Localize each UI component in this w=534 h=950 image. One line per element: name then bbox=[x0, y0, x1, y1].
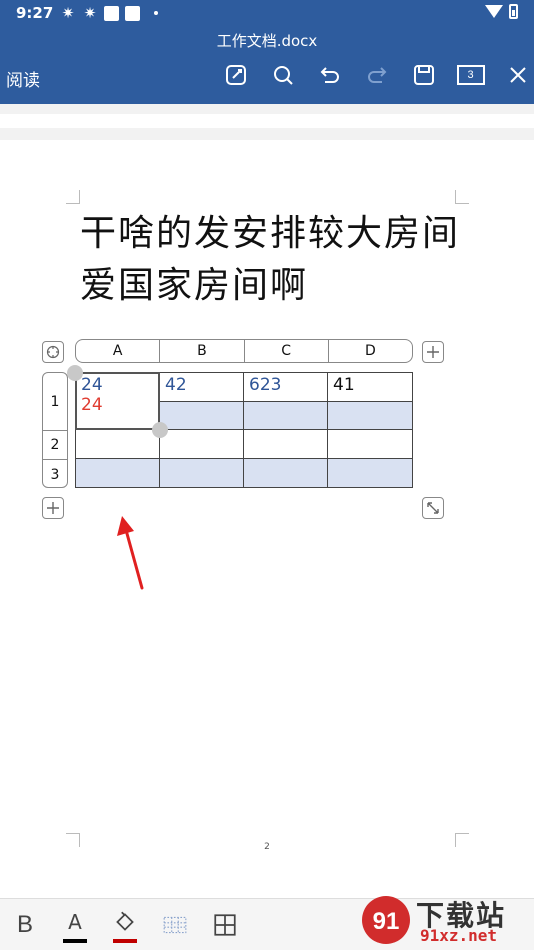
highlight-color-swatch bbox=[113, 938, 137, 943]
add-column-button[interactable] bbox=[422, 341, 444, 363]
edit-icon bbox=[225, 65, 246, 85]
row-header-2[interactable]: 2 bbox=[43, 431, 67, 460]
top-toolbar: 3 bbox=[212, 60, 534, 90]
move-icon bbox=[46, 345, 60, 359]
more-notifications-icon bbox=[154, 11, 158, 15]
add-row-button[interactable] bbox=[42, 497, 64, 519]
undo-icon bbox=[320, 67, 339, 83]
column-header-c[interactable]: C bbox=[245, 340, 329, 362]
wifi-icon bbox=[485, 5, 503, 18]
font-color-button[interactable]: A bbox=[50, 903, 100, 947]
column-header-d[interactable]: D bbox=[329, 340, 412, 362]
page-gutter bbox=[0, 104, 534, 140]
bold-button[interactable]: B bbox=[0, 903, 50, 947]
cell-d1-lower[interactable] bbox=[328, 402, 412, 430]
page-count-button[interactable]: 3 bbox=[447, 60, 494, 90]
bold-label: B bbox=[16, 910, 33, 938]
redo-icon bbox=[367, 67, 386, 83]
watermark: 91 下载站 91xz.net bbox=[360, 894, 530, 946]
plus-icon bbox=[427, 346, 439, 358]
cell-a2[interactable] bbox=[76, 430, 160, 459]
row-header-1[interactable]: 1 bbox=[43, 373, 67, 431]
cell-b1[interactable]: 42 bbox=[160, 373, 244, 402]
sync-icon: ✷ bbox=[61, 4, 75, 22]
save-button[interactable] bbox=[400, 60, 447, 90]
cell-c1[interactable]: 623 bbox=[244, 373, 328, 402]
cell-d3[interactable] bbox=[328, 459, 412, 487]
close-button[interactable] bbox=[494, 60, 534, 90]
watermark-url: 91xz.net bbox=[420, 926, 498, 945]
cell-c3[interactable] bbox=[244, 459, 328, 487]
cell-b3[interactable] bbox=[160, 459, 244, 487]
status-bar: 9:27 ✷ ✷ bbox=[0, 0, 534, 28]
read-mode-button[interactable]: 阅读 bbox=[6, 66, 40, 91]
row-header-3[interactable]: 3 bbox=[43, 460, 67, 487]
search-icon bbox=[273, 66, 293, 85]
cell-a3[interactable] bbox=[76, 459, 160, 487]
edit-button[interactable] bbox=[212, 60, 259, 90]
cell-c2[interactable] bbox=[244, 430, 328, 459]
column-header-b[interactable]: B bbox=[160, 340, 245, 362]
previous-page-edge bbox=[0, 114, 534, 128]
battery-icon bbox=[509, 4, 518, 19]
column-header-a[interactable]: A bbox=[76, 340, 161, 362]
page-count: 3 bbox=[456, 65, 485, 85]
selection-handle-start[interactable] bbox=[67, 365, 83, 381]
table-grid-icon bbox=[214, 913, 236, 936]
selection-handle-end[interactable] bbox=[152, 422, 168, 438]
table-move-handle[interactable] bbox=[42, 341, 64, 363]
app-bar: 9:27 ✷ ✷ 工作文档.docx 阅读 3 bbox=[0, 0, 534, 104]
notification-icons: ✷ ✷ bbox=[60, 4, 158, 22]
plus-icon bbox=[47, 502, 59, 514]
close-icon bbox=[509, 67, 526, 83]
cell-d2[interactable] bbox=[328, 430, 412, 459]
search-button[interactable] bbox=[259, 60, 306, 90]
cell-c1-lower[interactable] bbox=[244, 402, 328, 430]
margin-corner-top-left bbox=[66, 190, 80, 204]
status-time: 9:27 bbox=[16, 4, 54, 22]
margin-corner-top-right bbox=[455, 190, 469, 204]
table-borders-button[interactable] bbox=[200, 903, 250, 947]
sync-icon-2: ✷ bbox=[83, 4, 97, 22]
cell-d1[interactable]: 41 bbox=[328, 373, 412, 402]
font-color-label: A bbox=[68, 909, 82, 934]
app-notification-icon bbox=[104, 5, 119, 21]
system-icons bbox=[485, 4, 518, 19]
watermark-logo-icon: 91 bbox=[362, 896, 410, 944]
document-title: 工作文档.docx bbox=[216, 32, 318, 50]
row-header-bar: 1 2 3 bbox=[42, 372, 68, 488]
svg-text:91: 91 bbox=[373, 908, 400, 935]
cell-b2[interactable] bbox=[160, 430, 244, 459]
save-icon bbox=[413, 65, 434, 85]
highlight-button[interactable] bbox=[100, 903, 150, 947]
column-header-bar: A B C D bbox=[75, 339, 413, 363]
table-resize-handle[interactable] bbox=[422, 497, 444, 519]
cell-selection bbox=[75, 372, 160, 430]
document-paragraph[interactable]: 干啥的发安排较大房间爱国家房间啊 bbox=[80, 208, 470, 312]
undo-button[interactable] bbox=[306, 60, 353, 90]
font-color-swatch bbox=[63, 938, 87, 943]
paint-bucket-icon bbox=[116, 911, 134, 931]
cell-b1-lower[interactable] bbox=[160, 402, 244, 430]
annotation-arrow-icon bbox=[117, 516, 144, 590]
app-notification-icon-2 bbox=[125, 5, 140, 21]
cell-shading-button[interactable] bbox=[150, 903, 200, 947]
page-number: 2 bbox=[264, 842, 270, 852]
redo-button[interactable] bbox=[353, 60, 400, 90]
resize-icon bbox=[427, 502, 439, 514]
shading-grid-icon bbox=[163, 916, 187, 933]
